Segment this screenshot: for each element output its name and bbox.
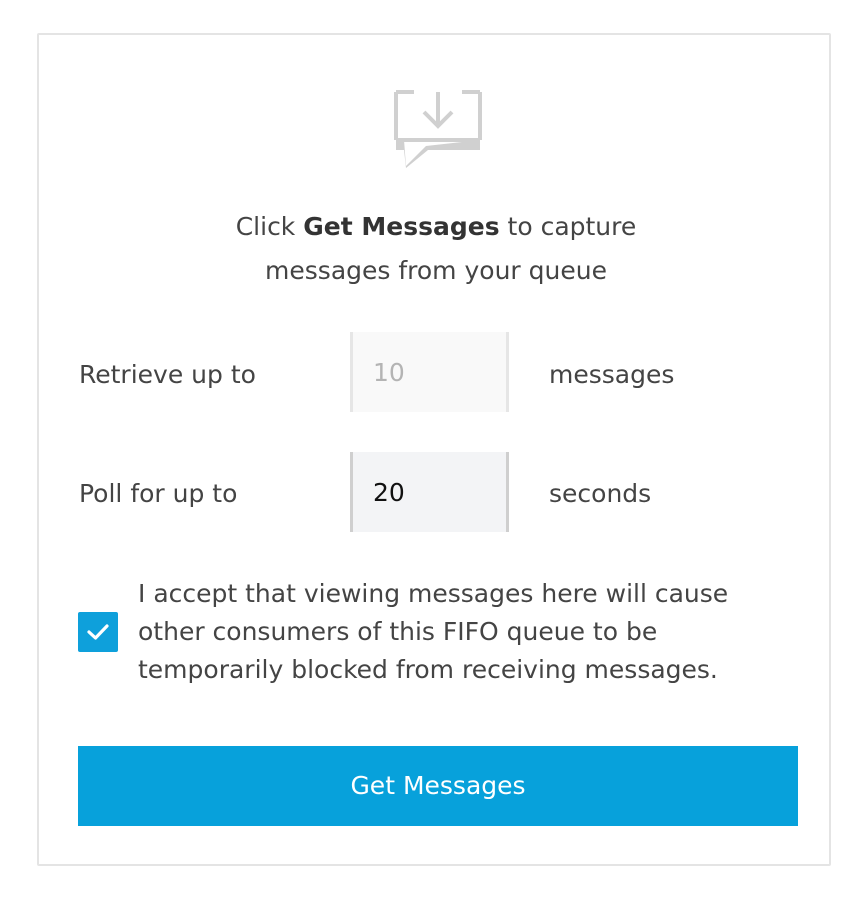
- get-messages-panel: Click Get Messages to capture messages f…: [37, 33, 831, 866]
- intro-suffix: to capture: [507, 212, 637, 241]
- poll-label: Poll for up to: [79, 479, 238, 508]
- poll-seconds-input[interactable]: [350, 452, 509, 532]
- checkmark-icon: [87, 624, 109, 640]
- inbox-download-icon: [394, 90, 482, 168]
- get-messages-button[interactable]: Get Messages: [78, 746, 798, 826]
- poll-unit: seconds: [549, 479, 652, 508]
- accept-text: I accept that viewing messages here will…: [138, 579, 729, 684]
- intro-prefix: Click: [235, 212, 296, 241]
- intro-bold: Get Messages: [303, 212, 500, 241]
- intro-line2: messages from your queue: [265, 256, 607, 285]
- retrieve-label: Retrieve up to: [79, 360, 256, 389]
- retrieve-count-input[interactable]: [350, 332, 509, 412]
- intro-text: Click Get Messages to capture messages f…: [39, 205, 833, 293]
- retrieve-unit: messages: [549, 360, 675, 389]
- accept-checkbox[interactable]: [78, 612, 118, 652]
